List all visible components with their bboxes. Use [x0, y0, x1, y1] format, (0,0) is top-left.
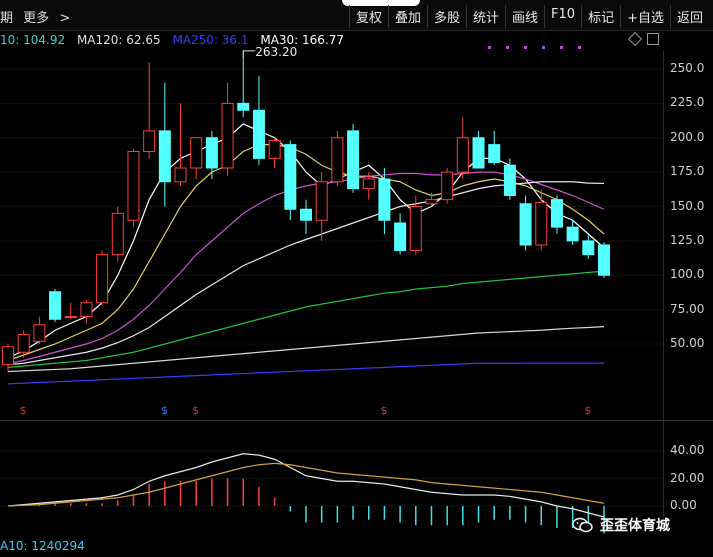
candle-body [566, 226, 579, 242]
candle-body [143, 130, 156, 152]
candle-body [535, 201, 548, 246]
candle-body [33, 324, 46, 342]
high-price-label: 263.20 [255, 45, 297, 59]
candle-body [362, 178, 375, 190]
candle-body [111, 212, 124, 256]
event-dot [542, 46, 545, 49]
candle-body [331, 137, 344, 183]
candle-body [550, 199, 563, 228]
pane-divider [0, 420, 713, 421]
candle-body [49, 291, 62, 320]
candle-body [378, 178, 391, 221]
signal-marker: $ [20, 404, 27, 417]
candle-body [315, 181, 328, 221]
candle-body [96, 254, 109, 304]
candle-body [158, 130, 171, 183]
candle-body [237, 102, 250, 111]
price-tick-label: 225.0 [670, 95, 705, 110]
macd-tick-label: 20.00 [670, 470, 705, 485]
price-tick-label: 100.0 [670, 267, 705, 282]
wechat-icon [572, 517, 593, 533]
macd-tick-label: 40.00 [670, 443, 705, 457]
candle-body [441, 171, 454, 201]
high-marker-arrow [242, 50, 256, 59]
event-dot [578, 46, 581, 49]
candle-body [2, 346, 14, 366]
candle-body [503, 164, 516, 196]
candle-body [284, 144, 297, 210]
volume-indicator-label: A10: 1240294 [0, 539, 85, 553]
candle-body [205, 137, 218, 169]
indicator-bar: A10: 1240294 [0, 538, 713, 557]
candlestick-chart[interactable]: 263.20 $ $ $ $ $ [0, 0, 713, 557]
watermark: 歪歪体育城 [572, 515, 670, 535]
candle-body [221, 102, 234, 169]
macd-tick-label: 0.00 [670, 498, 697, 512]
price-tick-label: 75.00 [670, 301, 705, 316]
price-tick-label: 250.0 [670, 61, 705, 75]
candle-body [347, 130, 360, 190]
candle-body [252, 109, 265, 159]
axis-separator [663, 50, 664, 530]
price-tick-label: 50.00 [670, 336, 705, 350]
price-tick-label: 175.0 [670, 164, 705, 179]
candle-body [456, 137, 469, 173]
candle-body [472, 137, 485, 169]
price-tick-label: 125.0 [670, 232, 705, 247]
macd-dea-line [7, 462, 605, 507]
candle-body [425, 199, 438, 205]
signal-marker: $ [161, 404, 168, 417]
candle-body [64, 316, 77, 318]
candle-body [190, 137, 203, 169]
event-dot [524, 46, 527, 49]
candle-body [488, 144, 501, 163]
candle-body [519, 203, 532, 246]
candle-body [127, 151, 140, 221]
signal-marker: $ [380, 404, 387, 417]
candle-body [300, 208, 312, 221]
candle-body [174, 167, 187, 183]
event-dot [488, 46, 491, 49]
candle-body [80, 302, 93, 317]
price-tick-label: 150.0 [670, 198, 705, 213]
watermark-text: 歪歪体育城 [600, 518, 670, 534]
candle-body [17, 333, 30, 353]
signal-marker: $ [192, 404, 199, 417]
candle-body [409, 206, 422, 251]
event-dot [506, 46, 509, 49]
signal-marker: $ [584, 404, 591, 417]
candle-body [394, 222, 407, 251]
candle-body [582, 240, 595, 256]
candle-body [598, 244, 610, 276]
candle-body [268, 140, 281, 159]
price-tick-label: 200.0 [670, 129, 705, 144]
event-dot [560, 46, 563, 49]
